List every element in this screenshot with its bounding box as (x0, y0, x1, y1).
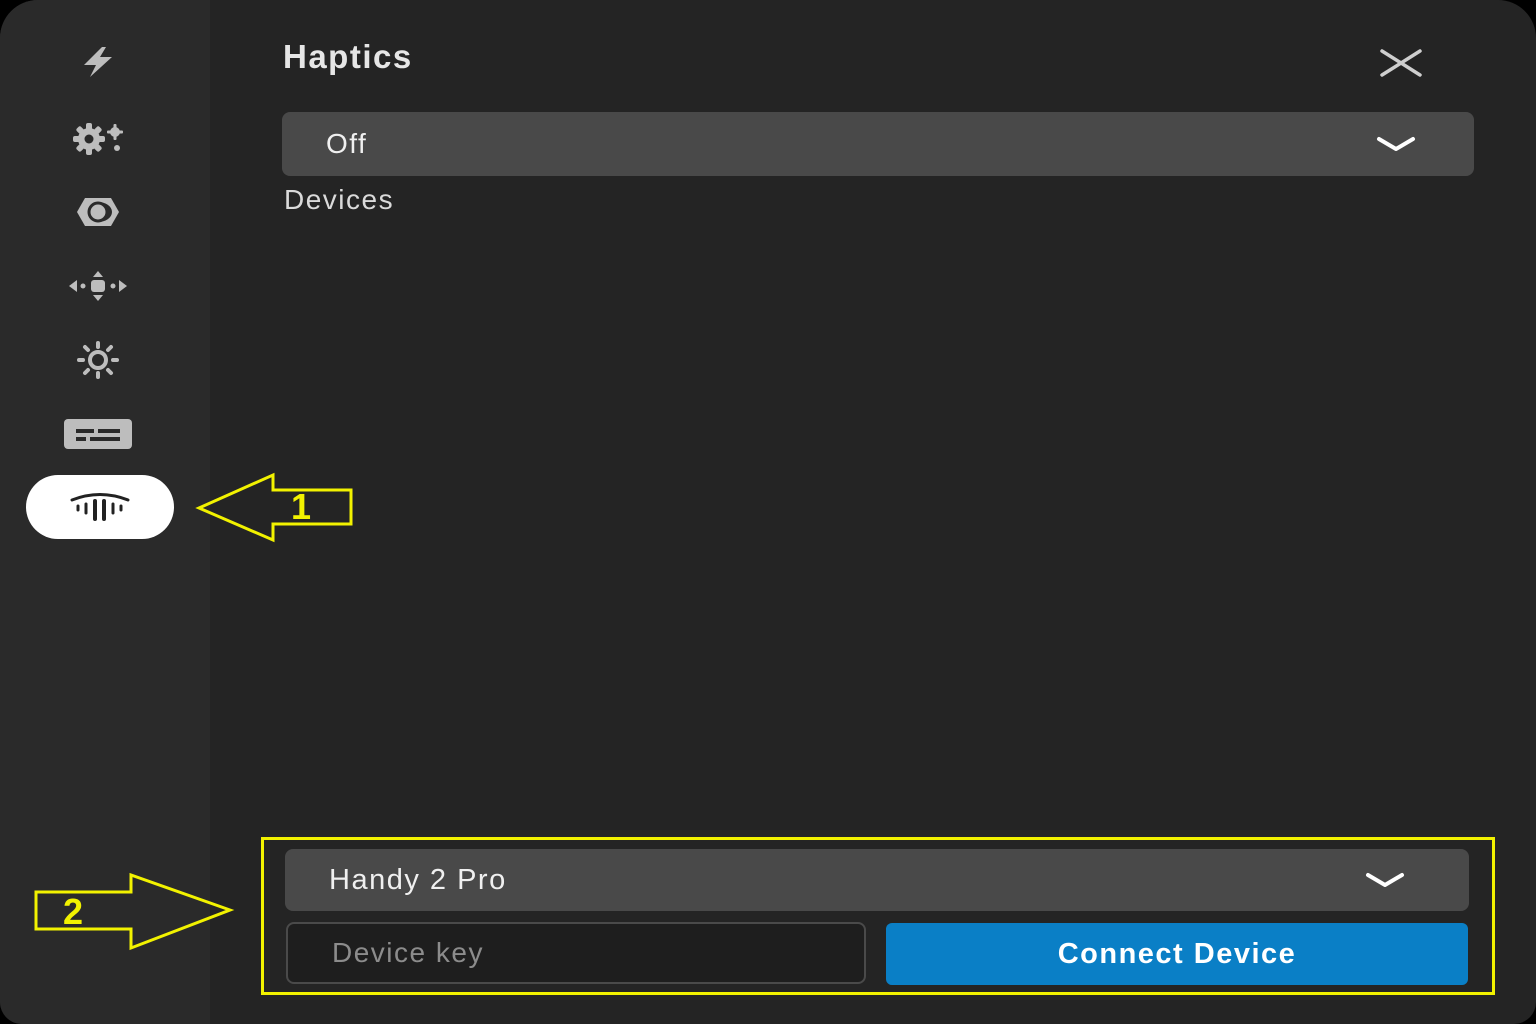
sidebar-item-subtitles[interactable] (58, 406, 138, 462)
bolt-icon (76, 45, 120, 79)
contrast-icon (63, 195, 133, 229)
sidebar-item-move[interactable] (58, 258, 138, 314)
gears-icon (65, 121, 131, 155)
sidebar-item-haptics[interactable] (26, 475, 174, 539)
haptics-window: Haptics Off Devices Handy 2 Pro Connect … (0, 0, 1536, 1024)
brightness-icon (73, 340, 123, 380)
haptics-mode-value: Off (326, 128, 368, 159)
annotation-arrow-1: 1 (195, 472, 357, 544)
device-select-value: Handy 2 Pro (329, 863, 507, 896)
haptics-mode-select[interactable]: Off (282, 112, 1474, 176)
devices-label: Devices (284, 184, 395, 215)
device-select[interactable]: Handy 2 Pro (285, 849, 1469, 911)
subtitles-icon (62, 417, 134, 451)
close-button[interactable] (1374, 40, 1428, 90)
chevron-down-icon (1376, 136, 1416, 152)
sidebar-item-bolt[interactable] (58, 34, 138, 90)
sidebar-item-gears[interactable] (58, 110, 138, 166)
sidebar (0, 0, 210, 1024)
device-key-input[interactable] (286, 922, 866, 984)
close-icon (1379, 48, 1423, 83)
move-icon (65, 269, 131, 303)
sidebar-item-brightness[interactable] (58, 332, 138, 388)
panel-title: Haptics (283, 38, 413, 75)
connect-device-button[interactable]: Connect Device (886, 923, 1468, 985)
haptics-icon (68, 491, 132, 523)
chevron-down-icon (1365, 872, 1405, 888)
annotation-label-1: 1 (291, 486, 312, 527)
sidebar-item-contrast[interactable] (58, 184, 138, 240)
